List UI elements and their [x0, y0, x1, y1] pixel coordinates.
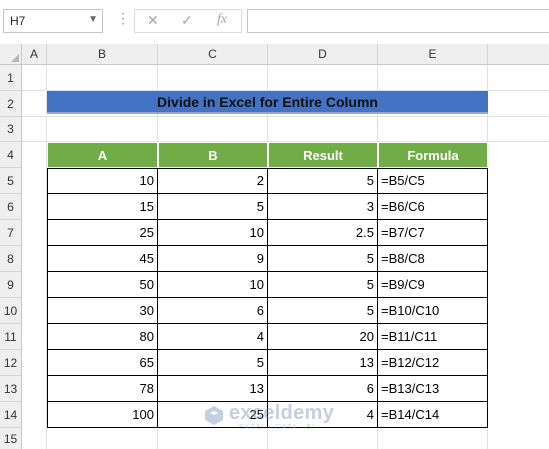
table-cell[interactable]: =B14/C14 [378, 402, 488, 428]
column-header-f[interactable] [488, 44, 549, 65]
formula-input[interactable] [247, 9, 549, 33]
table-cell[interactable]: 9 [158, 246, 268, 272]
chevron-down-icon[interactable]: ▼ [88, 14, 98, 25]
row-header[interactable]: 9 [0, 272, 22, 298]
table-cell[interactable]: 5 [268, 168, 378, 194]
watermark-tagline: EXCEL · DATA · BI [239, 424, 315, 431]
row-header[interactable]: 14 [0, 402, 22, 428]
cancel-icon[interactable]: ✕ [147, 12, 159, 29]
table-cell[interactable]: 3 [268, 194, 378, 220]
table-cell[interactable]: 78 [47, 376, 158, 402]
sheet-title[interactable]: Divide in Excel for Entire Column [47, 91, 488, 114]
row-header[interactable]: 3 [0, 117, 22, 142]
table-cell[interactable]: 25 [47, 220, 158, 246]
row-header[interactable]: 1 [0, 65, 22, 91]
table-cell[interactable]: =B7/C7 [378, 220, 488, 246]
watermark-name: exceldemy [229, 402, 334, 424]
name-box-value: H7 [10, 14, 26, 28]
table-cell[interactable]: =B8/C8 [378, 246, 488, 272]
more-options-icon[interactable]: ⋮ [116, 10, 130, 27]
watermark: exceldemy EXCEL · DATA · BI [203, 402, 353, 436]
row-header[interactable]: 5 [0, 168, 22, 194]
table-cell[interactable]: 2.5 [268, 220, 378, 246]
table-cell[interactable]: 5 [268, 246, 378, 272]
table-cell[interactable]: 6 [268, 376, 378, 402]
row-header[interactable]: 10 [0, 298, 22, 324]
column-header-e[interactable]: E [378, 44, 488, 65]
table-cell[interactable]: 80 [47, 324, 158, 350]
confirm-icon[interactable]: ✓ [181, 12, 193, 29]
row-header[interactable]: 15 [0, 428, 22, 449]
table-header-formula[interactable]: Formula [378, 142, 488, 168]
table-cell[interactable]: 15 [47, 194, 158, 220]
table-header-a[interactable]: A [47, 142, 158, 168]
table-cell[interactable]: =B6/C6 [378, 194, 488, 220]
column-header-d[interactable]: D [268, 44, 378, 65]
row-header[interactable]: 4 [0, 142, 22, 168]
table-cell[interactable]: 10 [47, 168, 158, 194]
table-cell[interactable]: 65 [47, 350, 158, 376]
formula-bar: H7 ▼ ⋮ ✕ ✓ fx [0, 0, 549, 44]
row-header[interactable]: 8 [0, 246, 22, 272]
table-cell[interactable]: =B13/C13 [378, 376, 488, 402]
row-header[interactable]: 12 [0, 350, 22, 376]
table-cell[interactable]: 5 [268, 298, 378, 324]
insert-function-icon[interactable]: fx [217, 12, 227, 28]
row-header[interactable]: 6 [0, 194, 22, 220]
table-cell[interactable]: 20 [268, 324, 378, 350]
column-header-a[interactable]: A [22, 44, 47, 65]
table-cell[interactable]: 5 [158, 350, 268, 376]
table-cell[interactable]: 100 [47, 402, 158, 428]
row-header[interactable]: 11 [0, 324, 22, 350]
table-cell[interactable]: 10 [158, 220, 268, 246]
table-cell[interactable]: 4 [158, 324, 268, 350]
table-cell[interactable]: 6 [158, 298, 268, 324]
table-cell[interactable]: =B10/C10 [378, 298, 488, 324]
table-cell[interactable]: 10 [158, 272, 268, 298]
table-cell[interactable]: 2 [158, 168, 268, 194]
table-cell[interactable]: =B9/C9 [378, 272, 488, 298]
row-header[interactable]: 13 [0, 376, 22, 402]
table-cell[interactable]: 5 [158, 194, 268, 220]
table-cell[interactable]: 45 [47, 246, 158, 272]
column-header-b[interactable]: B [47, 44, 158, 65]
column-header-c[interactable]: C [158, 44, 268, 65]
name-box[interactable]: H7 ▼ [3, 9, 103, 33]
select-all-icon [11, 54, 19, 62]
table-cell[interactable]: 5 [268, 272, 378, 298]
exceldemy-logo-icon [205, 406, 223, 425]
row-header[interactable]: 7 [0, 220, 22, 246]
table-cell[interactable]: 13 [268, 350, 378, 376]
table-cell[interactable]: =B5/C5 [378, 168, 488, 194]
table-cell[interactable]: 50 [47, 272, 158, 298]
select-all-corner[interactable] [0, 44, 22, 65]
table-cell[interactable]: 13 [158, 376, 268, 402]
gridline [22, 116, 549, 117]
table-header-b[interactable]: B [158, 142, 268, 168]
table-cell[interactable]: 30 [47, 298, 158, 324]
formula-buttons: ✕ ✓ fx [134, 9, 242, 33]
row-header[interactable]: 2 [0, 91, 22, 117]
table-cell[interactable]: =B11/C11 [378, 324, 488, 350]
table-cell[interactable]: =B12/C12 [378, 350, 488, 376]
table-header-result[interactable]: Result [268, 142, 378, 168]
